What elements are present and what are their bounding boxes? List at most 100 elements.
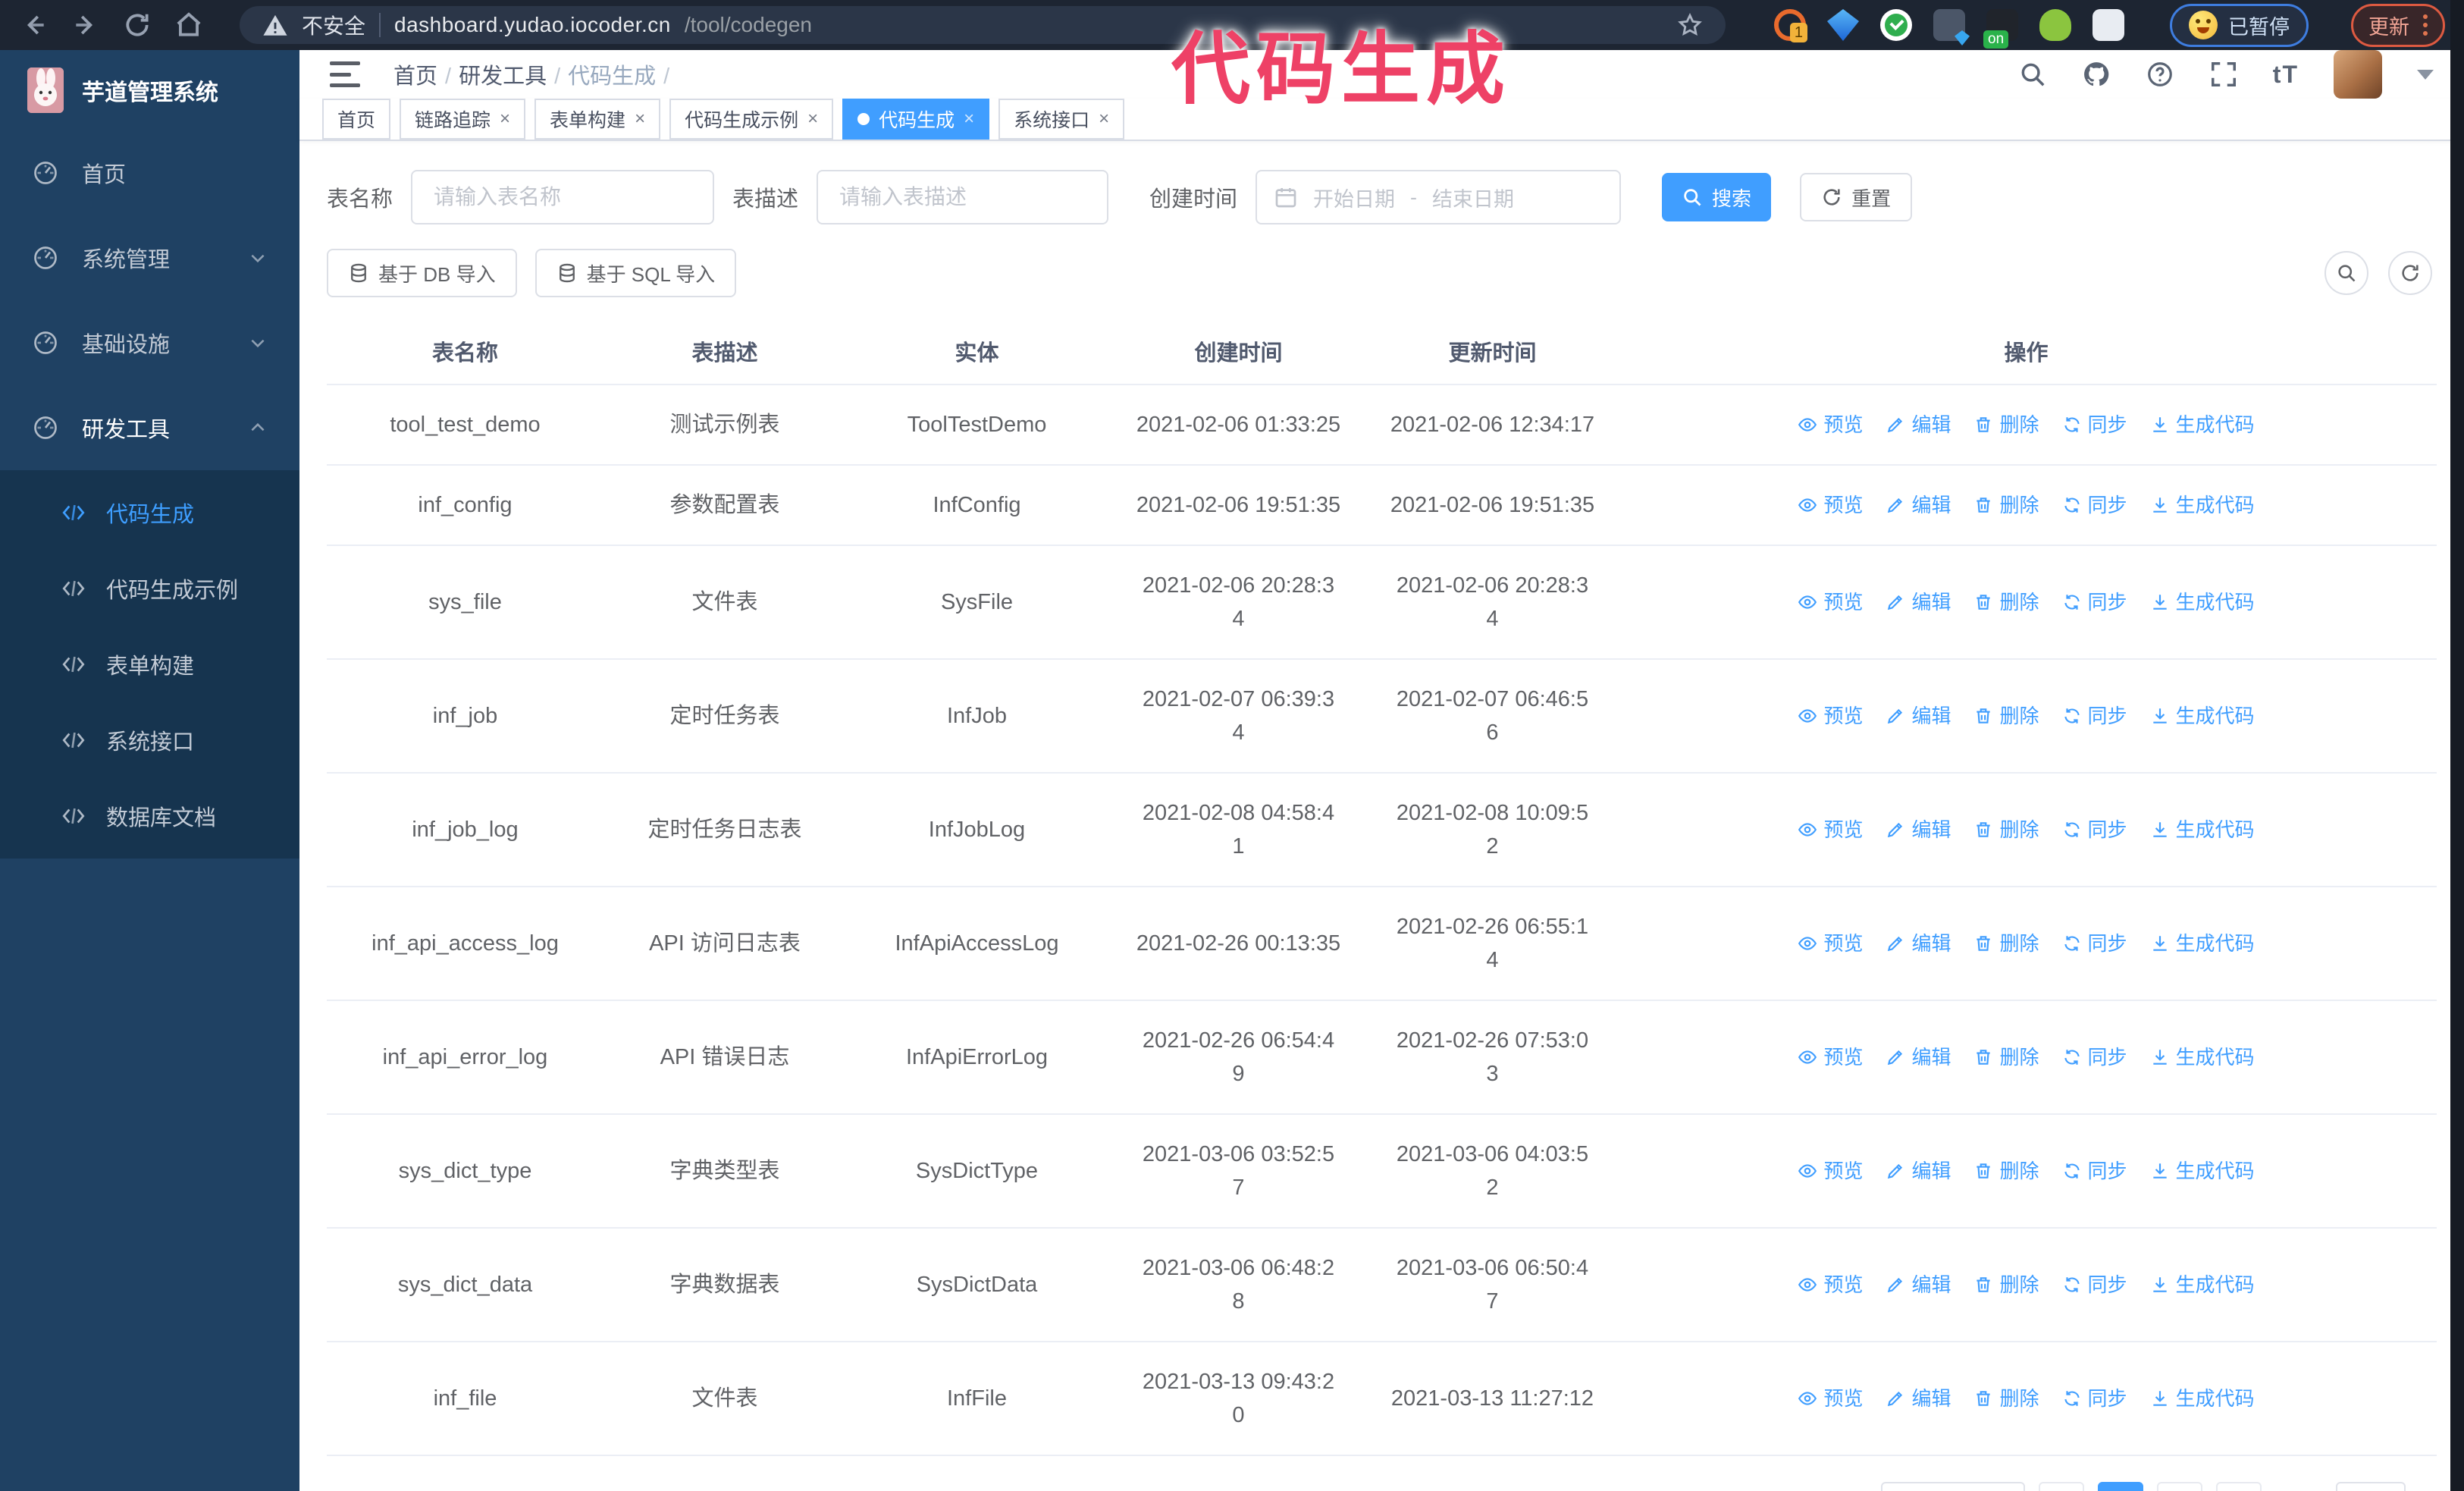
generate-code-action[interactable]: 生成代码 bbox=[2150, 1268, 2255, 1301]
breadcrumb-item[interactable]: 首页 bbox=[393, 58, 451, 90]
extension-icon[interactable] bbox=[1933, 9, 1965, 41]
bookmark-star-icon[interactable] bbox=[1677, 12, 1703, 38]
preview-action[interactable]: 预览 bbox=[1798, 1154, 1863, 1188]
home-icon[interactable] bbox=[174, 11, 203, 39]
browser-update-button[interactable]: 更新 bbox=[2351, 3, 2445, 47]
sidebar-menu-item[interactable]: 基础设施 bbox=[0, 300, 299, 385]
preview-action[interactable]: 预览 bbox=[1798, 488, 1863, 522]
sync-action[interactable]: 同步 bbox=[2062, 699, 2127, 733]
table-name-input[interactable] bbox=[411, 170, 715, 224]
import-sql-button[interactable]: 基于 SQL 导入 bbox=[534, 249, 737, 297]
sync-action[interactable]: 同步 bbox=[2062, 1268, 2127, 1301]
preview-action[interactable]: 预览 bbox=[1798, 699, 1863, 733]
page-size-select[interactable]: 10条/页 bbox=[1881, 1482, 2025, 1491]
delete-action[interactable]: 删除 bbox=[1973, 1268, 2039, 1301]
preview-action[interactable]: 预览 bbox=[1798, 585, 1863, 619]
back-icon[interactable] bbox=[20, 11, 49, 39]
window-scrollbar[interactable] bbox=[2450, 0, 2464, 1491]
generate-code-action[interactable]: 生成代码 bbox=[2150, 488, 2255, 522]
breadcrumb-item[interactable]: 研发工具 bbox=[459, 58, 560, 90]
sync-action[interactable]: 同步 bbox=[2062, 1041, 2127, 1074]
page-number-button[interactable]: 2 bbox=[2157, 1482, 2202, 1491]
edit-action[interactable]: 编辑 bbox=[1886, 488, 1951, 522]
sidebar-submenu-item[interactable]: 数据库文档 bbox=[0, 778, 299, 854]
delete-action[interactable]: 删除 bbox=[1973, 1382, 2039, 1415]
preview-action[interactable]: 预览 bbox=[1798, 1382, 1863, 1415]
sidebar-submenu-item[interactable]: 表单构建 bbox=[0, 626, 299, 702]
sync-action[interactable]: 同步 bbox=[2062, 585, 2127, 619]
next-page-button[interactable]: › bbox=[2216, 1482, 2262, 1491]
view-tab[interactable]: 表单构建 × bbox=[534, 99, 661, 140]
edit-action[interactable]: 编辑 bbox=[1886, 1041, 1951, 1074]
generate-code-action[interactable]: 生成代码 bbox=[2150, 1382, 2255, 1415]
user-menu-caret-icon[interactable] bbox=[2417, 69, 2434, 80]
search-button[interactable]: 搜索 bbox=[1662, 173, 1772, 221]
search-icon[interactable] bbox=[2018, 60, 2047, 89]
generate-code-action[interactable]: 生成代码 bbox=[2150, 813, 2255, 846]
tab-close-icon[interactable]: × bbox=[807, 108, 818, 130]
delete-action[interactable]: 删除 bbox=[1973, 585, 2039, 619]
edit-action[interactable]: 编辑 bbox=[1886, 1382, 1951, 1415]
delete-action[interactable]: 删除 bbox=[1973, 813, 2039, 846]
sidebar-collapse-icon[interactable] bbox=[330, 61, 360, 87]
delete-action[interactable]: 删除 bbox=[1973, 408, 2039, 441]
tab-close-icon[interactable]: × bbox=[964, 108, 974, 130]
edit-action[interactable]: 编辑 bbox=[1886, 813, 1951, 846]
extension-icon[interactable] bbox=[1880, 9, 1912, 41]
not-secure-warning-icon[interactable] bbox=[262, 13, 288, 37]
help-icon[interactable] bbox=[2146, 60, 2174, 89]
delete-action[interactable]: 删除 bbox=[1973, 927, 2039, 960]
import-db-button[interactable]: 基于 DB 导入 bbox=[327, 249, 517, 297]
view-tab[interactable]: 代码生成示例 × bbox=[669, 99, 834, 140]
sidebar-menu-item[interactable]: 研发工具 bbox=[0, 385, 299, 470]
edit-action[interactable]: 编辑 bbox=[1886, 585, 1951, 619]
reload-icon[interactable] bbox=[123, 11, 152, 39]
edit-action[interactable]: 编辑 bbox=[1886, 699, 1951, 733]
preview-action[interactable]: 预览 bbox=[1798, 813, 1863, 846]
app-logo[interactable]: 芋道管理系统 bbox=[0, 50, 299, 130]
tab-close-icon[interactable]: × bbox=[635, 108, 645, 130]
sync-action[interactable]: 同步 bbox=[2062, 927, 2127, 960]
sync-action[interactable]: 同步 bbox=[2062, 1382, 2127, 1415]
extension-icon[interactable] bbox=[1827, 9, 1859, 41]
sidebar-submenu-item[interactable]: 代码生成 bbox=[0, 475, 299, 551]
browser-menu-icon[interactable] bbox=[2423, 14, 2428, 36]
edit-action[interactable]: 编辑 bbox=[1886, 927, 1951, 960]
profile-paused-badge[interactable]: 已暂停 bbox=[2170, 3, 2309, 47]
delete-action[interactable]: 删除 bbox=[1973, 1041, 2039, 1074]
refresh-table-button[interactable] bbox=[2388, 251, 2432, 295]
extensions-puzzle-icon[interactable] bbox=[2093, 9, 2124, 41]
reset-button[interactable]: 重置 bbox=[1800, 173, 1913, 221]
sidebar-menu-item[interactable]: 系统管理 bbox=[0, 215, 299, 300]
view-tab[interactable]: 系统接口 × bbox=[998, 99, 1125, 140]
view-tab[interactable]: 代码生成 × bbox=[842, 99, 990, 140]
page-number-button[interactable]: 1 bbox=[2098, 1482, 2143, 1491]
github-icon[interactable] bbox=[2082, 60, 2111, 89]
extension-icon[interactable] bbox=[1983, 9, 2018, 49]
view-tab[interactable]: 首页 × bbox=[322, 99, 391, 140]
sidebar-menu-item[interactable]: 首页 bbox=[0, 130, 299, 215]
preview-action[interactable]: 预览 bbox=[1798, 927, 1863, 960]
generate-code-action[interactable]: 生成代码 bbox=[2150, 1154, 2255, 1188]
fullscreen-icon[interactable] bbox=[2209, 60, 2238, 89]
sync-action[interactable]: 同步 bbox=[2062, 408, 2127, 441]
goto-page-input[interactable] bbox=[2336, 1482, 2406, 1491]
sync-action[interactable]: 同步 bbox=[2062, 813, 2127, 846]
view-tab[interactable]: 链路追踪 × bbox=[400, 99, 526, 140]
preview-action[interactable]: 预览 bbox=[1798, 408, 1863, 441]
delete-action[interactable]: 删除 bbox=[1973, 488, 2039, 522]
generate-code-action[interactable]: 生成代码 bbox=[2150, 585, 2255, 619]
generate-code-action[interactable]: 生成代码 bbox=[2150, 699, 2255, 733]
sidebar-submenu-item[interactable]: 系统接口 bbox=[0, 702, 299, 778]
preview-action[interactable]: 预览 bbox=[1798, 1041, 1863, 1074]
user-avatar[interactable] bbox=[2334, 50, 2382, 99]
forward-icon[interactable] bbox=[71, 11, 100, 39]
generate-code-action[interactable]: 生成代码 bbox=[2150, 927, 2255, 960]
generate-code-action[interactable]: 生成代码 bbox=[2150, 1041, 2255, 1074]
prev-page-button[interactable]: ‹ bbox=[2039, 1482, 2084, 1491]
date-range-picker[interactable]: 开始日期 - 结束日期 bbox=[1256, 170, 1622, 224]
delete-action[interactable]: 删除 bbox=[1973, 699, 2039, 733]
edit-action[interactable]: 编辑 bbox=[1886, 408, 1951, 441]
breadcrumb-item[interactable]: 代码生成 bbox=[568, 58, 669, 90]
delete-action[interactable]: 删除 bbox=[1973, 1154, 2039, 1188]
